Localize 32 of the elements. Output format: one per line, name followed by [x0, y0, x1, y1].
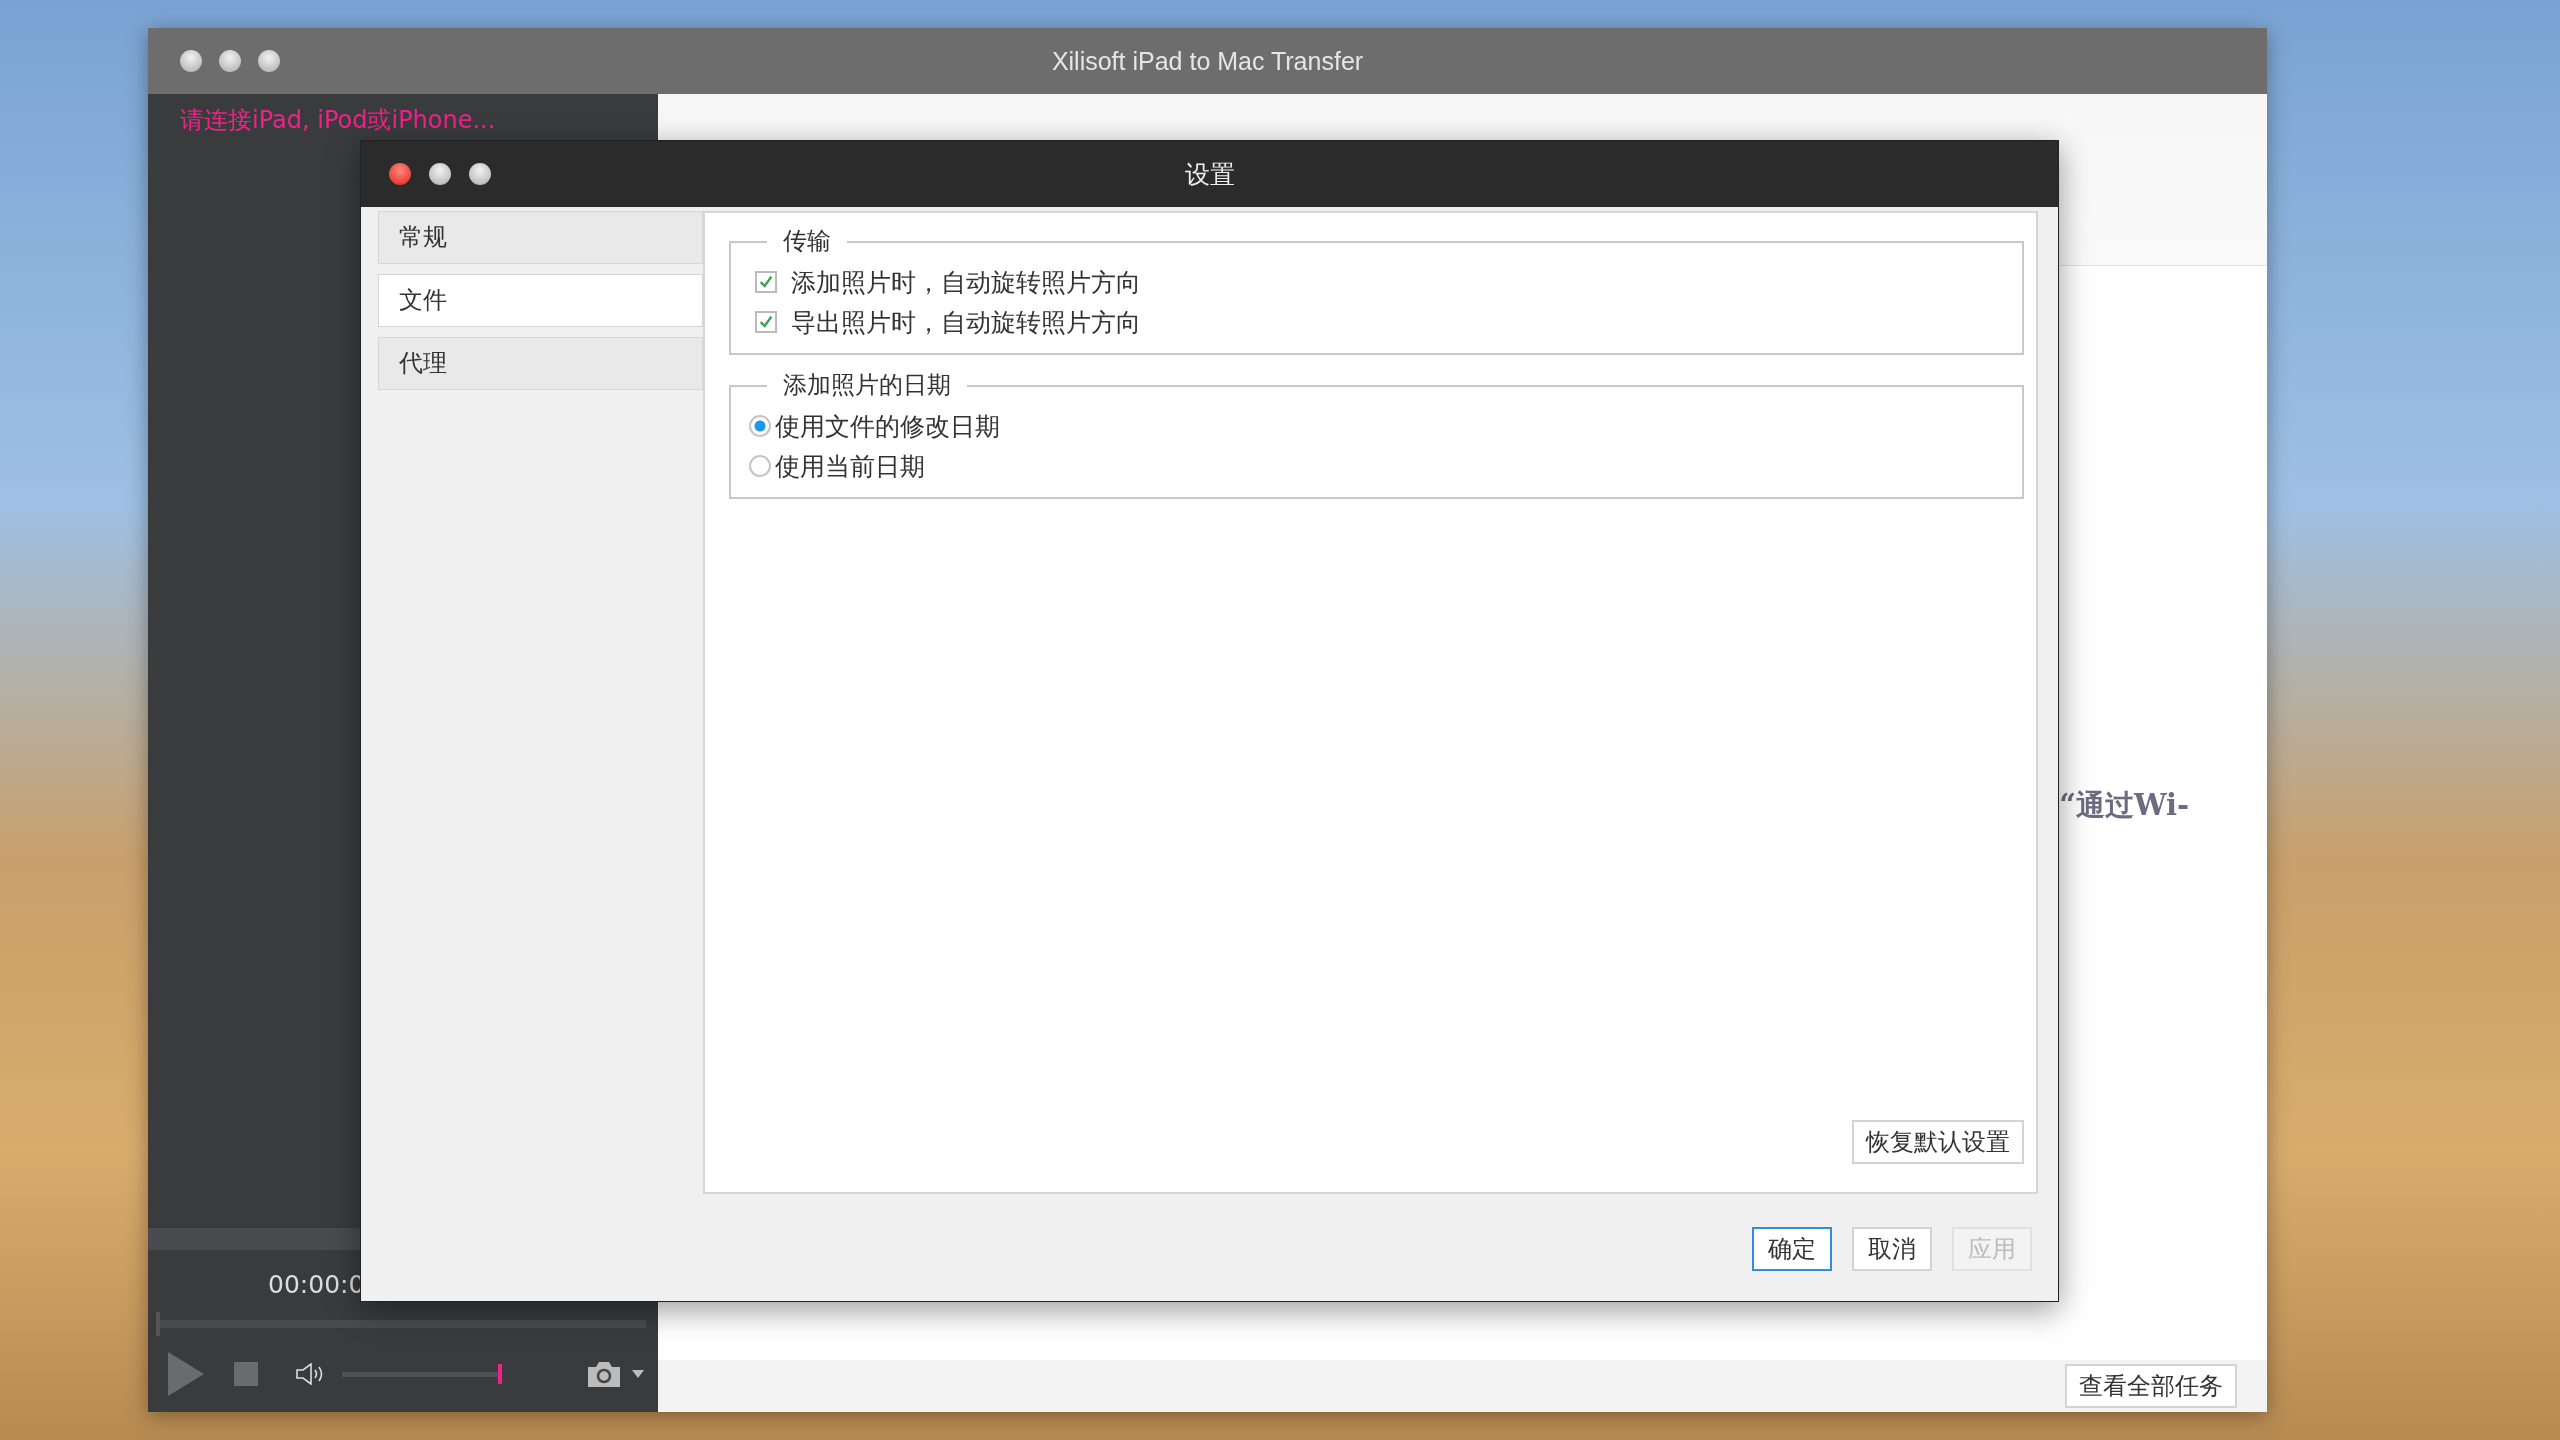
dialog-title: 设置 — [1184, 158, 1235, 191]
window-title: Xilisoft iPad to Mac Transfer — [1051, 46, 1364, 76]
settings-tab[interactable]: 文件 — [378, 274, 703, 327]
radio-button[interactable] — [749, 415, 771, 437]
checkbox-label: 添加照片时，自动旋转照片方向 — [791, 266, 1141, 299]
radio-label: 使用文件的修改日期 — [775, 410, 1000, 443]
checkbox-label: 导出照片时，自动旋转照片方向 — [791, 306, 1141, 339]
group-legend: 传输 — [767, 226, 847, 256]
group-legend: 添加照片的日期 — [767, 370, 967, 400]
settings-tab[interactable]: 代理 — [378, 337, 703, 390]
radio-label: 使用当前日期 — [775, 450, 925, 483]
volume-thumb[interactable] — [498, 1364, 502, 1384]
minimize-button[interactable] — [429, 163, 451, 185]
settings-tab[interactable]: 常规 — [378, 211, 703, 264]
connect-prompt: 请连接iPad, iPod或iPhone... — [179, 105, 497, 136]
play-icon[interactable] — [168, 1352, 204, 1396]
camera-icon[interactable] — [586, 1361, 622, 1387]
dropdown-caret-icon[interactable] — [632, 1370, 644, 1378]
radio-button[interactable] — [749, 455, 771, 477]
wifi-hint-text: “通过Wi- — [2059, 787, 2189, 824]
close-button[interactable] — [389, 163, 411, 185]
checkbox[interactable] — [755, 311, 777, 333]
view-all-tasks-button[interactable]: 查看全部任务 — [2065, 1364, 2237, 1408]
volume-slider[interactable] — [342, 1364, 502, 1384]
checkbox[interactable] — [755, 271, 777, 293]
dialog-button[interactable]: 取消 — [1852, 1227, 1932, 1271]
close-button[interactable] — [180, 50, 202, 72]
checkmark-icon — [758, 314, 774, 330]
dialog-button[interactable]: 确定 — [1752, 1227, 1832, 1271]
checkmark-icon — [758, 274, 774, 290]
restore-defaults-button[interactable]: 恢复默认设置 — [1852, 1120, 2024, 1164]
zoom-button[interactable] — [469, 163, 491, 185]
